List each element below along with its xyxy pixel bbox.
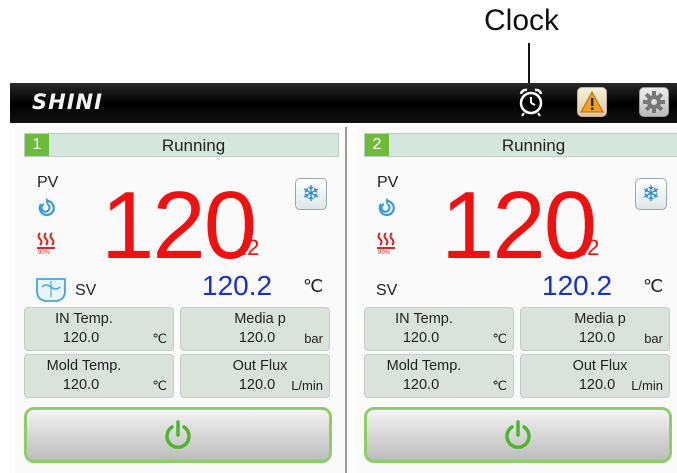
mold-temp-cell[interactable]: Mold Temp. 120.0 ℃ (24, 354, 174, 398)
cell-value: 120.0 (578, 330, 616, 346)
snowflake-icon: ❄ (641, 181, 661, 206)
cell-title: Mold Temp. (386, 358, 462, 374)
cell-unit: ℃ (152, 331, 167, 346)
sv-label: SV (376, 282, 398, 299)
cell-title: IN Temp. (55, 311, 113, 327)
circulation-icon (378, 198, 395, 217)
cell-value: 120.0 (62, 330, 100, 346)
status-text: Running (501, 136, 566, 155)
pv-value: 120 (441, 172, 597, 279)
cell-unit: ℃ (492, 331, 507, 346)
cell-title: IN Temp. (395, 311, 453, 327)
heater-percent: 90% (38, 250, 51, 256)
out-flux-cell[interactable]: Out Flux 120.0 L/min (180, 354, 330, 398)
sv-unit: ℃ (643, 276, 664, 296)
unit-number: 1 (25, 134, 49, 156)
sv-label: SV (75, 282, 97, 299)
pv-label: PV (377, 174, 399, 191)
alarm-button[interactable] (577, 87, 607, 117)
cell-value: 120.0 (238, 330, 276, 346)
out-flux-cell[interactable]: Out Flux 120.0 L/min (520, 354, 670, 398)
power-icon (505, 420, 531, 449)
cooling-button[interactable]: ❄ (635, 178, 667, 210)
status-text: Running (161, 136, 226, 155)
power-button[interactable] (24, 407, 332, 463)
cell-title: Media p (574, 311, 626, 327)
unit-number: 2 (365, 134, 389, 156)
cell-unit: ℃ (152, 378, 167, 393)
power-icon (165, 420, 191, 449)
sv-value[interactable]: 120.2 (542, 270, 612, 302)
cell-title: Out Flux (572, 358, 628, 374)
cell-title: Out Flux (232, 358, 288, 374)
in-temp-cell[interactable]: IN Temp. 120.0 ℃ (24, 307, 174, 351)
clock-button[interactable] (516, 87, 546, 117)
settings-button[interactable] (639, 87, 669, 117)
pv-value: 120 (101, 172, 257, 279)
cooling-button[interactable]: ❄ (295, 178, 327, 210)
in-temp-cell[interactable]: IN Temp. 120.0 ℃ (364, 307, 514, 351)
clock-callout-line (528, 43, 530, 87)
sv-value[interactable]: 120.2 (202, 270, 272, 302)
brand-logo: SHINI (32, 90, 103, 114)
power-button[interactable] (364, 407, 672, 463)
heater-percent: 90% (378, 250, 391, 256)
cell-value: 120.0 (62, 377, 100, 393)
cell-value: 120.0 (402, 330, 440, 346)
gear-icon (643, 91, 665, 113)
cell-title: Media p (234, 311, 286, 327)
unit-panel-1: 1 Running PV 90% 120 .2 ❄ SV 120.2 ℃ IN … (15, 127, 345, 473)
top-bar: SHINI (10, 83, 677, 123)
snowflake-icon: ❄ (301, 181, 321, 206)
pv-decimal: .2 (241, 235, 260, 260)
cell-unit: L/min (631, 378, 663, 393)
mold-temp-cell[interactable]: Mold Temp. 120.0 ℃ (364, 354, 514, 398)
cell-unit: bar (644, 331, 663, 346)
status-bar: 1 Running (24, 133, 339, 157)
cell-unit: bar (304, 331, 323, 346)
pv-label: PV (37, 174, 59, 191)
pv-decimal: .2 (581, 235, 600, 260)
status-bar: 2 Running (364, 133, 677, 157)
panel-divider (345, 127, 347, 473)
cell-title: Mold Temp. (46, 358, 122, 374)
media-pressure-cell[interactable]: Media p 120.0 bar (520, 307, 670, 351)
unit-panel-2: 2 Running PV 90% 120 .2 ❄ SV 120.2 ℃ IN … (355, 127, 677, 473)
cell-unit: ℃ (492, 378, 507, 393)
mold-icon (36, 278, 66, 302)
media-pressure-cell[interactable]: Media p 120.0 bar (180, 307, 330, 351)
warning-icon (580, 91, 604, 113)
cell-value: 120.0 (402, 377, 440, 393)
clock-icon (519, 88, 543, 117)
clock-callout-label: Clock (484, 4, 560, 37)
sv-unit: ℃ (303, 276, 324, 296)
cell-unit: L/min (291, 378, 323, 393)
circulation-icon (38, 198, 55, 217)
